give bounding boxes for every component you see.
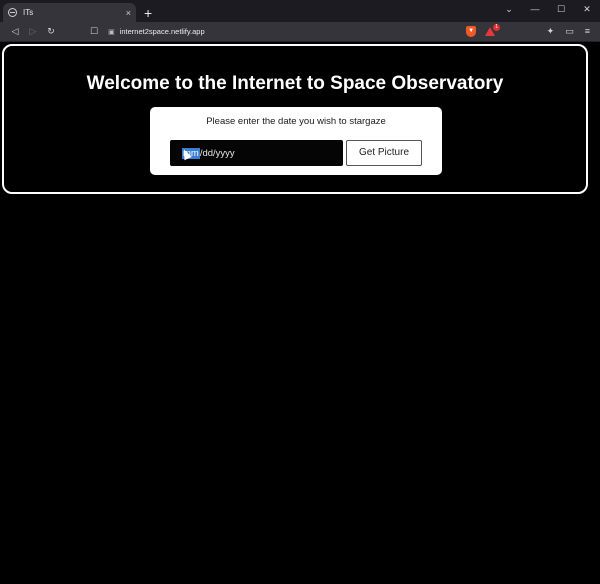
date-input[interactable]: mm /dd/yyyy	[170, 140, 343, 166]
toolbar-actions: ✦ ▭ ≡	[547, 26, 590, 37]
date-form-card: Please enter the date you wish to starga…	[150, 107, 442, 175]
address-url[interactable]: internet2space.netlify.app	[120, 27, 205, 36]
lock-icon: ▣	[108, 28, 115, 36]
address-bar[interactable]: ▣ internet2space.netlify.app	[104, 24, 465, 39]
date-prompt: Please enter the date you wish to starga…	[206, 116, 386, 127]
bookmark-icon[interactable]: ☐	[90, 26, 98, 37]
back-button[interactable]: ◁	[6, 26, 24, 37]
rewards-badge: 1	[493, 23, 501, 31]
globe-icon	[8, 8, 17, 17]
get-picture-button[interactable]: Get Picture	[346, 140, 422, 166]
page-content: Welcome to the Internet to Space Observa…	[0, 42, 600, 584]
forward-button[interactable]: ▷	[24, 26, 42, 37]
puzzle-icon[interactable]: ✦	[547, 26, 555, 37]
hero-panel: Welcome to the Internet to Space Observa…	[2, 44, 588, 194]
wallet-icon[interactable]: ▭	[565, 26, 574, 37]
brave-rewards-icon[interactable]: 1	[485, 23, 501, 37]
tab-strip: ITs × + ⌄ — ☐ ✕	[0, 0, 600, 22]
window-controls: ⌄ — ☐ ✕	[496, 0, 600, 18]
minimize-button[interactable]: —	[522, 4, 548, 14]
close-window-button[interactable]: ✕	[574, 4, 600, 15]
browser-tab[interactable]: ITs ×	[3, 3, 136, 22]
brave-shield-icon[interactable]: ▼	[466, 26, 477, 37]
tab-list-dropdown-icon[interactable]: ⌄	[496, 4, 522, 15]
tab-title: ITs	[23, 8, 34, 17]
reload-button[interactable]: ↻	[42, 26, 60, 37]
menu-icon[interactable]: ≡	[585, 26, 590, 37]
date-input-rest: /dd/yyyy	[199, 147, 235, 159]
maximize-button[interactable]: ☐	[548, 4, 574, 15]
tab-close-icon[interactable]: ×	[126, 8, 131, 18]
browser-toolbar: ◁ ▷ ↻ ☐ ▣ internet2space.netlify.app ▼ 1…	[0, 22, 600, 42]
new-tab-button[interactable]: +	[144, 4, 152, 22]
page-title: Welcome to the Internet to Space Observa…	[86, 73, 504, 94]
